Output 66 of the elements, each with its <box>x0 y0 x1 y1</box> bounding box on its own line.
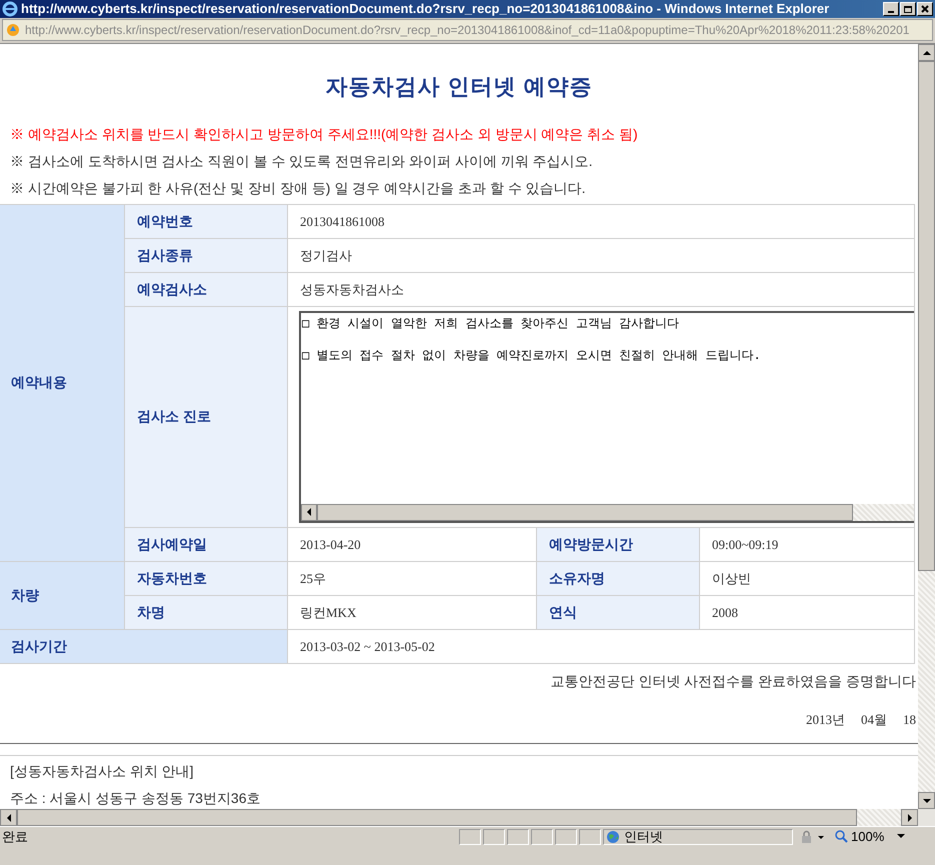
scroll-up-icon[interactable] <box>918 44 935 61</box>
status-pane <box>579 828 601 844</box>
group-label: 예약내용 <box>0 204 125 562</box>
status-pane <box>483 828 505 844</box>
field-value: 성동자동차검사소 <box>288 272 915 307</box>
field-value: 이상빈 <box>700 562 915 596</box>
notice-text: ※ 검사소에 도착하시면 검사소 직원이 볼 수 있도록 전면유리와 와이퍼 사이에 끼워 주십시오. <box>10 152 594 171</box>
scrollbar-thumb[interactable] <box>918 61 935 571</box>
field-label: 예약번호 <box>125 204 288 239</box>
group-label: 차량 <box>0 562 125 630</box>
route-text-area[interactable]: □ 환경 시설이 열악한 저희 검사소를 찾아주신 고객님 감사합니다 □ 별도의 접수 절차 없이 차량을 예약진로까지 오시면 친절히 안내해 드립니다. <box>299 310 914 523</box>
page-icon <box>5 22 21 38</box>
close-icon <box>921 5 929 13</box>
field-label: 차명 <box>125 596 288 630</box>
group-label: 검사기간 <box>0 630 288 664</box>
route-text-line: □ 환경 시설이 열악한 저희 검사소를 찾아주신 고객님 감사합니다 <box>302 314 680 332</box>
zone-text: 인터넷 <box>624 828 663 846</box>
status-pane <box>507 828 529 844</box>
maximize-button[interactable] <box>900 2 916 16</box>
scroll-down-icon[interactable] <box>918 792 935 809</box>
field-value: 링컨MKX <box>288 596 537 630</box>
status-pane <box>459 828 481 844</box>
close-button[interactable] <box>917 2 933 16</box>
field-value: 09:00~09:19 <box>700 528 915 562</box>
notice-text: ※ 예약검사소 위치를 반드시 확인하시고 방문하여 주세요!!!(예약한 검사소 외 방문시 예약은 취소 됨) <box>10 124 639 144</box>
field-value: 25우 <box>288 562 537 596</box>
scroll-right-icon[interactable] <box>901 809 918 826</box>
magnifier-icon <box>835 830 848 843</box>
field-value: 정기검사 <box>288 238 915 273</box>
field-value: 2013-03-02 ~ 2013-05-02 <box>288 630 915 664</box>
scroll-left-icon[interactable] <box>301 504 317 521</box>
window-title: http://www.cyberts.kr/inspect/reservation/reservationDocument.do?rsrv_recp_no=2013041861008&ino - Windows Internet Explorer <box>21 0 830 18</box>
field-value: 2013-04-20 <box>288 528 537 562</box>
certification-text: 교통안전공단 인터넷 사전접수를 완료하였음을 증명합니다 <box>550 672 916 691</box>
vertical-scrollbar[interactable] <box>918 44 935 809</box>
zoom-level: 100% <box>851 828 884 846</box>
browser-logo-icon <box>2 1 18 17</box>
date-text: 04월 <box>861 710 887 729</box>
address-url: http://www.cyberts.kr/inspect/reservation/reservationDocument.do?rsrv_recp_no=2013041861008&inof_cd=11a0&popuptime=Thu%20Apr%2018%2011:23:58%20201 <box>25 22 910 39</box>
field-label: 자동차번호 <box>125 562 288 596</box>
field-label: 검사예약일 <box>125 528 288 562</box>
date-text: 18 <box>903 710 916 729</box>
dropdown-caret-icon <box>897 834 906 839</box>
status-pane <box>531 828 553 844</box>
field-value: 2013041861008 <box>288 204 915 239</box>
scroll-left-icon[interactable] <box>0 809 17 826</box>
page-title: 자동차검사 인터넷 예약증 <box>324 73 594 101</box>
location-heading: [성동자동차검사소 위치 안내] <box>10 762 195 782</box>
date-text: 2013년 <box>806 710 845 729</box>
status-pane <box>555 828 577 844</box>
status-text: 완료 <box>2 828 29 846</box>
minimize-button[interactable] <box>883 2 899 16</box>
scrollbar-corner <box>918 809 935 826</box>
field-label: 검사소 진로 <box>125 306 288 528</box>
field-label: 검사종류 <box>125 238 288 273</box>
field-label: 예약방문시간 <box>537 528 700 562</box>
lock-icon[interactable] <box>799 830 827 844</box>
field-label: 연식 <box>537 596 700 630</box>
field-label: 소유자명 <box>537 562 700 596</box>
field-label: 예약검사소 <box>125 272 288 307</box>
location-address: 주소 : 서울시 성동구 송정동 73번지36호 <box>10 789 262 808</box>
notice-text: ※ 시간예약은 불가피 한 사유(전산 및 장비 장애 등) 일 경우 예약시간을 초과 할 수 있습니다. <box>10 178 587 198</box>
globe-icon <box>606 830 620 844</box>
zoom-control[interactable]: 100% <box>835 826 906 846</box>
route-text-line: □ 별도의 접수 절차 없이 차량을 예약진로까지 오시면 친절히 안내해 드립니다. <box>302 346 762 364</box>
field-value: 2008 <box>700 596 915 630</box>
